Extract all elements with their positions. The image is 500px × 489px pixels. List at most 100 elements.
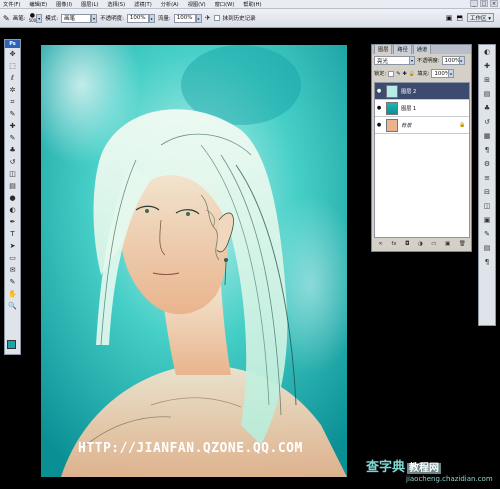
lock-all-icon[interactable]: 🔒 (409, 71, 415, 77)
move-tool-icon[interactable]: ✥ (5, 48, 20, 60)
layer-mask-icon[interactable]: ◘ (405, 241, 409, 247)
bridge-icon[interactable]: ⬒ (456, 14, 463, 22)
layer-row-background[interactable]: ● 背景 🔒 (375, 117, 469, 134)
actions-icon[interactable]: ▦ (479, 129, 495, 143)
fill-slider-button[interactable]: ▸ (448, 69, 455, 78)
clone-stamp-icon[interactable]: ♣ (5, 144, 20, 156)
type-tool-icon[interactable]: T (5, 228, 20, 240)
brush-preset-picker[interactable]: ● 500 (29, 13, 37, 23)
menu-filter[interactable]: 滤镜(T) (134, 1, 152, 8)
shape-icon[interactable]: ▭ (5, 252, 20, 264)
close-button[interactable]: × (490, 0, 498, 7)
layer-opacity-slider-button[interactable]: ▸ (458, 56, 465, 65)
menu-window[interactable]: 窗口(W) (215, 1, 235, 8)
link-layers-icon[interactable]: ∞ (378, 241, 383, 247)
brush-tool-icon[interactable]: ✎ (5, 132, 20, 144)
layer-row-2[interactable]: ● 图层 2 (375, 83, 469, 100)
notes-panel-icon[interactable]: ✎ (479, 227, 495, 241)
mode-dropdown[interactable]: ▾ (91, 13, 98, 23)
trash-icon[interactable]: 🗑 (459, 241, 466, 247)
panel-dock-strip: ◐ ✚ ⊞ ▤ ♣ ↺ ▦ ¶ ⚙ ≡ ⊟ ◫ ▣ ✎ ▤ ¶ (478, 44, 496, 326)
brush-size: 500 (28, 18, 37, 23)
new-group-icon[interactable]: ▭ (431, 241, 436, 247)
brush-dropdown[interactable]: ▾ (36, 13, 43, 23)
layer-opacity-input[interactable]: 100% (441, 56, 460, 65)
marquee-tool-icon[interactable]: ⬚ (5, 60, 20, 72)
new-layer-icon[interactable]: ▣ (445, 241, 450, 247)
menu-view[interactable]: 视图(V) (188, 1, 206, 8)
maximize-button[interactable]: □ (480, 0, 488, 7)
color-icon[interactable]: ▣ (479, 213, 495, 227)
lock-pixels-icon[interactable]: ✎ (396, 71, 400, 77)
lock-transparent-checkbox[interactable] (388, 70, 395, 77)
tab-paths[interactable]: 路径 (393, 44, 412, 54)
airbrush-icon[interactable]: ✈ (205, 14, 211, 22)
menu-help[interactable]: 帮助(H) (243, 1, 261, 8)
eyedropper-icon[interactable]: ✎ (5, 108, 20, 120)
swatches-icon[interactable]: ▤ (479, 87, 495, 101)
adjustment-layer-icon[interactable]: ◑ (418, 241, 423, 247)
visibility-eye-icon[interactable]: ● (375, 88, 383, 94)
notes-icon[interactable]: ✉ (5, 264, 20, 276)
crop-tool-icon[interactable]: ⌗ (5, 96, 20, 108)
pen-icon[interactable]: ✒ (5, 216, 20, 228)
brush-tool-icon[interactable]: ✎ (3, 14, 10, 23)
eyedropper2-icon[interactable]: ✎ (5, 276, 20, 288)
workspace-button[interactable]: 工作区 ▾ (466, 13, 494, 22)
brushes-icon[interactable]: ≡ (479, 171, 495, 185)
healing-brush-icon[interactable]: ✚ (5, 120, 20, 132)
flow-slider-button[interactable]: ▸ (195, 13, 202, 23)
minimize-button[interactable]: _ (470, 0, 478, 7)
layer-thumbnail (386, 84, 398, 98)
lasso-tool-icon[interactable]: ℓ (5, 72, 20, 84)
history-brush-icon[interactable]: ↺ (5, 156, 20, 168)
eraser-icon[interactable]: ◫ (5, 168, 20, 180)
window-controls: _ □ × (470, 0, 498, 7)
watermark-url: HTTP://JIANFAN.QZONE.QQ.COM (78, 441, 303, 456)
document-canvas[interactable] (41, 45, 347, 477)
zoom-icon[interactable]: 🔍 (5, 300, 20, 312)
opacity-input[interactable]: 100% (126, 13, 149, 23)
tool-presets-icon[interactable]: ⚙ (479, 157, 495, 171)
menu-edit[interactable]: 编辑(E) (29, 1, 47, 8)
character-icon[interactable]: ▤ (479, 241, 495, 255)
visibility-eye-icon[interactable]: ● (375, 122, 383, 128)
layer-row-1[interactable]: ● 图层 1 (375, 100, 469, 117)
flow-input[interactable]: 100% (173, 13, 196, 23)
layer-style-icon[interactable]: fx (391, 241, 396, 247)
navigator-icon[interactable]: ◐ (479, 45, 495, 59)
layer-thumbnail (386, 101, 398, 115)
menu-select[interactable]: 选择(S) (107, 1, 125, 8)
layer-comps-icon[interactable]: ◫ (479, 199, 495, 213)
blend-mode-select[interactable]: 亮光 (374, 56, 410, 65)
histogram-icon[interactable]: ⊞ (479, 73, 495, 87)
channels-icon[interactable]: ⊟ (479, 185, 495, 199)
mode-select[interactable]: 画笔 (61, 13, 92, 23)
visibility-eye-icon[interactable]: ● (375, 105, 383, 111)
lock-position-icon[interactable]: ✚ (402, 71, 406, 77)
menu-file[interactable]: 文件(F) (3, 1, 20, 8)
magic-wand-icon[interactable]: ✲ (5, 84, 20, 96)
dodge-icon[interactable]: ◐ (5, 204, 20, 216)
menu-layer[interactable]: 图层(L) (81, 1, 98, 8)
history-icon[interactable]: ↺ (479, 115, 495, 129)
opacity-slider-button[interactable]: ▸ (148, 13, 155, 23)
blur-icon[interactable]: ● (5, 192, 20, 204)
gradient-icon[interactable]: ▤ (5, 180, 20, 192)
menu-analysis[interactable]: 分析(A) (161, 1, 179, 8)
tab-layers[interactable]: 图层 (374, 44, 393, 54)
menu-bar: 文件(F) 编辑(E) 图像(I) 图层(L) 选择(S) 滤镜(T) 分析(A… (0, 0, 500, 9)
history-checkbox[interactable] (213, 15, 220, 21)
fill-input[interactable]: 100% (431, 69, 450, 78)
tab-channels[interactable]: 通道 (412, 44, 432, 54)
styles-icon[interactable]: ♣ (479, 101, 495, 115)
menu-image[interactable]: 图像(I) (56, 1, 72, 8)
paragraph2-icon[interactable]: ¶ (479, 255, 495, 269)
blend-mode-dropdown[interactable]: ▾ (409, 56, 415, 65)
foreground-color-swatch[interactable] (7, 340, 16, 349)
hand-icon[interactable]: ✋ (5, 288, 20, 300)
paragraph-icon[interactable]: ¶ (479, 143, 495, 157)
info-icon[interactable]: ✚ (479, 59, 495, 73)
path-select-icon[interactable]: ➤ (5, 240, 20, 252)
palette-well-icon[interactable]: ▣ (446, 14, 453, 22)
